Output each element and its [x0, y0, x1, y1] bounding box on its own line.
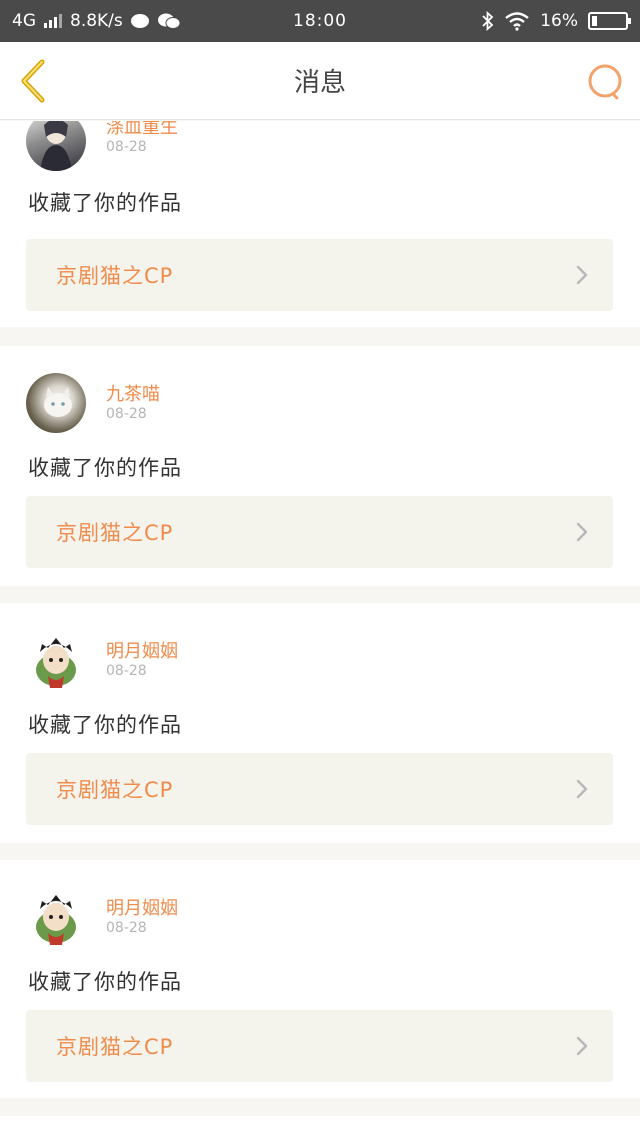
wifi-icon: [505, 12, 529, 31]
chevron-right-icon: [576, 522, 588, 542]
back-button[interactable]: [16, 58, 52, 104]
bluetooth-icon: [482, 11, 494, 31]
message-card: 明月姻姻 08-28 收藏了你的作品 京剧猫之CP: [0, 603, 640, 843]
work-title: 京剧猫之CP: [56, 521, 174, 545]
username[interactable]: 九茶喵: [106, 380, 160, 406]
status-right: 16%: [482, 11, 631, 31]
chevron-right-icon: [576, 779, 588, 799]
message-card: 涤血重生 08-28 收藏了你的作品 京剧猫之CP: [0, 121, 640, 327]
username[interactable]: 明月姻姻: [106, 894, 178, 920]
opera-cat-figure: [36, 638, 76, 688]
user-avatar[interactable]: [26, 373, 86, 433]
message-list: 涤血重生 08-28 收藏了你的作品 京剧猫之CP 九茶喵 08-28 收藏了你…: [0, 121, 640, 1138]
wechat-icon: [157, 13, 181, 29]
avatar-figure: [40, 121, 72, 171]
cat-figure: [44, 387, 72, 417]
network-type: 4G: [12, 11, 36, 31]
page-title: 消息: [293, 68, 346, 98]
message-bubble-icon: [130, 14, 149, 28]
battery-percent: 16%: [540, 11, 578, 31]
message-card: 九茶喵 08-28 收藏了你的作品 京剧猫之CP: [0, 346, 640, 586]
work-title: 京剧猫之CP: [56, 778, 174, 802]
status-left: 4G 8.8K/s: [12, 11, 181, 31]
work-link[interactable]: 京剧猫之CP: [26, 1010, 613, 1082]
action-text: 收藏了你的作品: [28, 191, 182, 215]
action-text: 收藏了你的作品: [28, 970, 182, 994]
work-link[interactable]: 京剧猫之CP: [26, 753, 613, 825]
search-button[interactable]: [588, 64, 624, 100]
user-avatar[interactable]: [26, 630, 86, 690]
top-nav-bar: 消息: [0, 42, 640, 120]
chevron-right-icon: [576, 1036, 588, 1056]
work-title: 京剧猫之CP: [56, 1035, 174, 1059]
chevron-right-icon: [576, 265, 588, 285]
username[interactable]: 涤血重生: [106, 121, 178, 139]
status-bar: 4G 8.8K/s 18:00 16%: [0, 0, 640, 42]
action-text: 收藏了你的作品: [28, 456, 182, 480]
message-date: 08-28: [106, 139, 147, 155]
message-card: 明月姻姻 08-28 收藏了你的作品 京剧猫之CP: [0, 860, 640, 1098]
username[interactable]: 明月姻姻: [106, 637, 178, 663]
message-date: 08-28: [106, 663, 147, 679]
message-card: [0, 1116, 640, 1138]
message-date: 08-28: [106, 406, 147, 422]
opera-cat-figure: [36, 895, 76, 945]
work-link[interactable]: 京剧猫之CP: [26, 496, 613, 568]
work-title: 京剧猫之CP: [56, 264, 174, 288]
action-text: 收藏了你的作品: [28, 713, 182, 737]
battery-icon: [588, 12, 631, 30]
user-avatar[interactable]: [26, 121, 86, 171]
user-avatar[interactable]: [26, 887, 86, 947]
work-link[interactable]: 京剧猫之CP: [26, 239, 613, 311]
network-speed: 8.8K/s: [70, 11, 123, 31]
signal-icon: [44, 14, 62, 28]
message-date: 08-28: [106, 920, 147, 936]
